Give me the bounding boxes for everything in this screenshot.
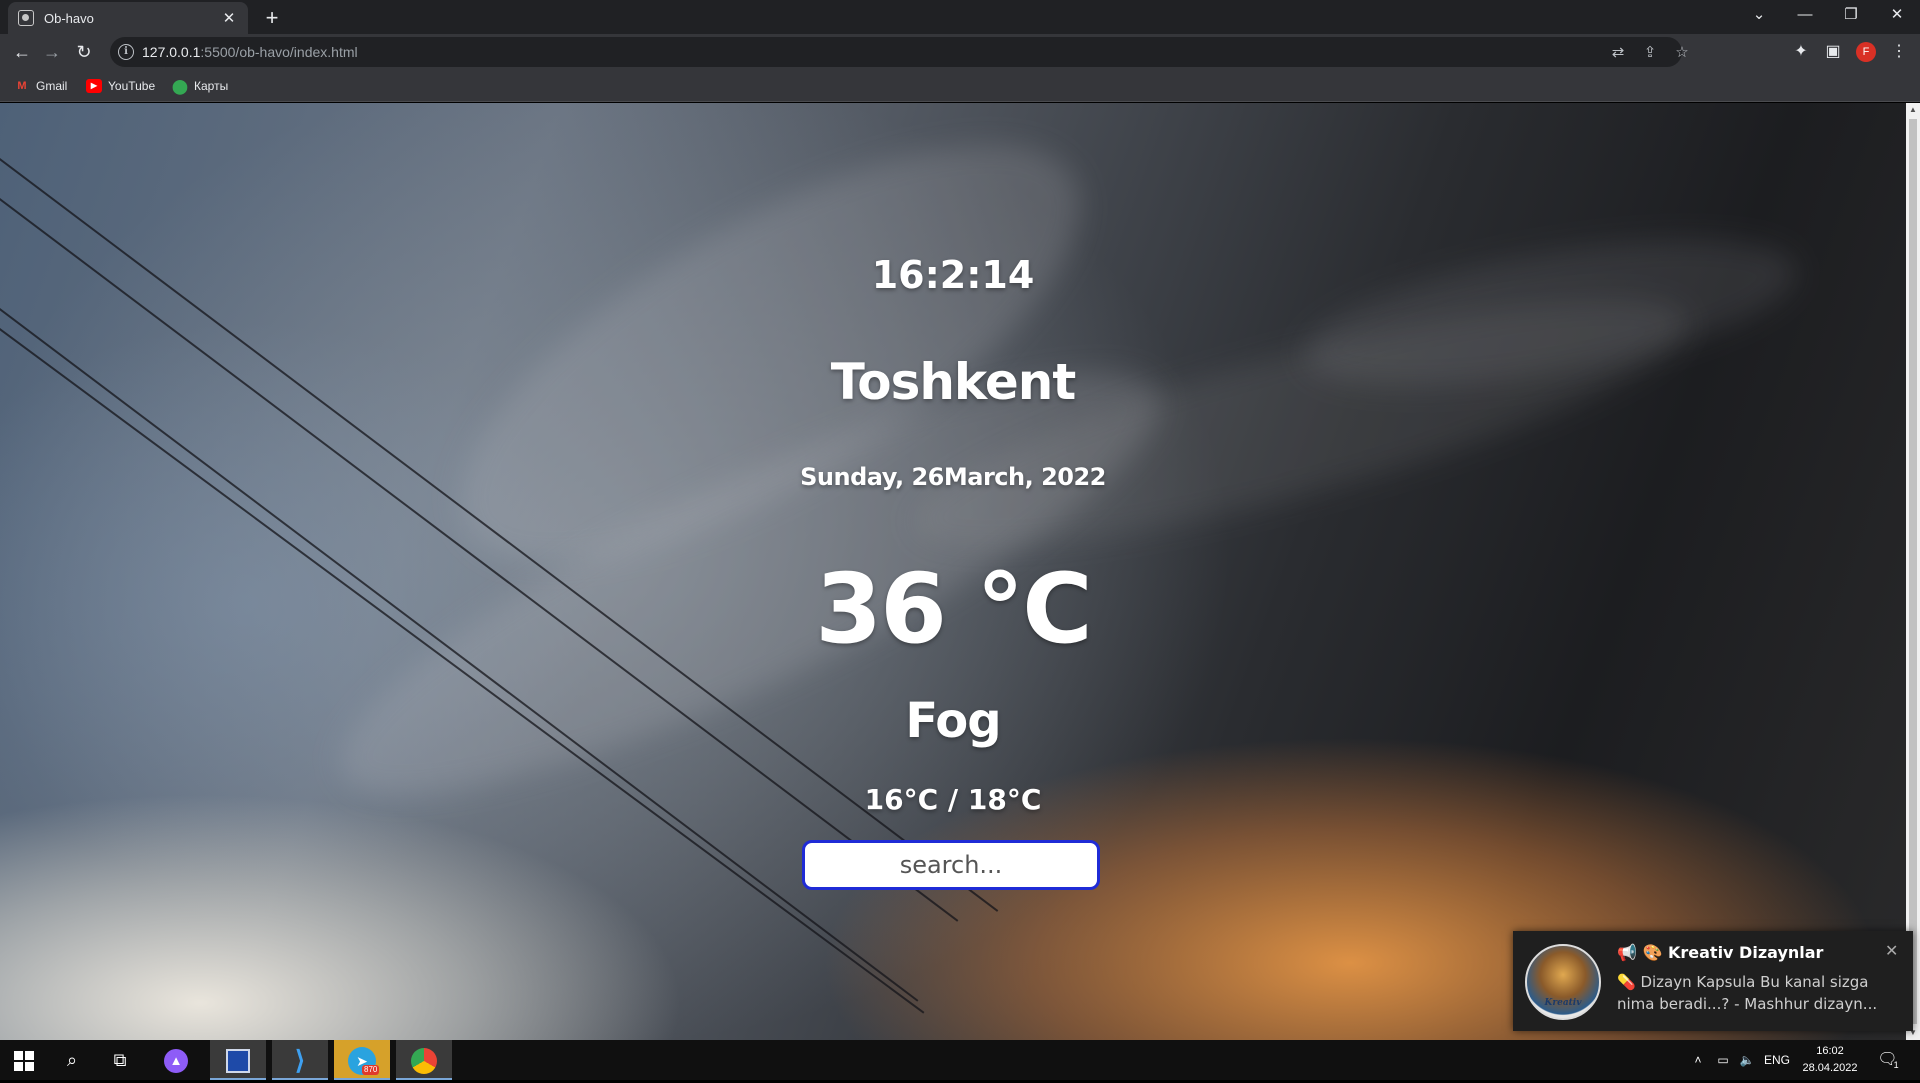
taskbar-clock[interactable]: 16:02 28.04.2022 (1795, 1043, 1865, 1077)
profile-avatar[interactable]: F (1856, 42, 1876, 62)
tab-ob-havo[interactable]: Ob-havo ✕ (8, 2, 248, 34)
file-manager-icon[interactable] (210, 1040, 266, 1080)
telegram-notification[interactable]: Kreativ 📢 🎨 Kreativ Dizaynlar 💊 Dizayn K… (1513, 931, 1913, 1031)
channel-avatar: Kreativ (1525, 944, 1601, 1020)
bookmark-maps[interactable]: ⬤ Карты (172, 76, 228, 96)
bookmark-youtube[interactable]: ▶ YouTube (86, 76, 155, 96)
vscode-icon[interactable]: ⟩ (272, 1040, 328, 1080)
restore-button[interactable]: ❐ (1828, 0, 1874, 30)
telegram-unread-badge: 870 (362, 1065, 380, 1075)
new-tab-button[interactable]: + (258, 4, 286, 32)
bookmark-gmail[interactable]: M Gmail (14, 76, 67, 96)
youtube-icon: ▶ (86, 79, 102, 93)
bookmark-label: Gmail (36, 79, 68, 93)
telegram-icon[interactable]: ➤ 870 (334, 1040, 390, 1080)
side-panel-icon[interactable]: ▣ (1822, 41, 1844, 63)
current-date: Sunday, 26March, 2022 (800, 463, 1106, 491)
weather-condition: Fog (905, 693, 1001, 749)
search-icon[interactable]: ⌕ (48, 1040, 96, 1080)
network-icon[interactable]: ▭ (1712, 1040, 1734, 1080)
browser-toolbar: ← → ↻ i 127.0.0.1 :5500/ob-havo/index.ht… (0, 34, 1920, 70)
share-icon[interactable]: ⇪ (1640, 43, 1660, 63)
scroll-thumb[interactable] (1909, 119, 1917, 1024)
url-path: :5500/ob-havo/index.html (200, 44, 358, 60)
close-window-button[interactable]: ✕ (1874, 0, 1920, 30)
language-indicator[interactable]: ENG (1760, 1040, 1794, 1080)
action-center-count: 1 (1893, 1060, 1899, 1070)
close-notification-icon[interactable]: ✕ (1885, 941, 1898, 961)
minimize-button[interactable]: — (1782, 0, 1828, 30)
close-tab-icon[interactable]: ✕ (220, 9, 238, 27)
translate-icon[interactable]: ⇄ (1608, 43, 1628, 63)
temperature-range: 16°C / 18°C (864, 783, 1042, 816)
gmail-icon: M (17, 80, 27, 92)
url-host: 127.0.0.1 (142, 44, 201, 60)
chrome-icon[interactable] (396, 1040, 452, 1080)
bookmark-label: Карты (194, 79, 229, 93)
windows-logo-icon (14, 1051, 34, 1072)
clock-date: 28.04.2022 (1802, 1062, 1858, 1074)
weather-page: 16:2:14 Toshkent Sunday, 26March, 2022 3… (0, 103, 1906, 1040)
page-favicon-icon (18, 10, 34, 26)
tab-search-icon[interactable]: ⌄ (1736, 0, 1782, 30)
clock-time: 16:02 (1816, 1045, 1844, 1057)
site-info-icon[interactable]: i (118, 44, 134, 60)
forward-button[interactable]: → (38, 38, 66, 66)
volume-icon[interactable]: 🔈 (1736, 1040, 1758, 1080)
bookmark-star-icon[interactable]: ☆ (1672, 43, 1692, 63)
city-name: Toshkent (830, 353, 1077, 411)
scroll-up-arrow-icon[interactable]: ▲ (1906, 103, 1920, 117)
tab-strip: Ob-havo ✕ + ⌄ — ❐ ✕ (0, 0, 1920, 34)
task-view-icon[interactable]: ⧉ (96, 1040, 144, 1080)
assistant-icon[interactable]: ▲ (152, 1040, 200, 1080)
taskbar: ⌕ ⧉ ▲ ⟩ ➤ 870 ˄ ▭ 🔈 ENG 16:02 28.04.2022… (0, 1040, 1920, 1080)
bookmarks-bar: M Gmail ▶ YouTube ⬤ Карты (0, 70, 1920, 102)
tab-title: Ob-havo (44, 10, 94, 26)
maps-icon: ⬤ (172, 78, 188, 94)
notification-title: 📢 🎨 Kreativ Dizaynlar (1617, 943, 1824, 962)
menu-icon[interactable]: ⋮ (1888, 41, 1910, 63)
temperature: 36 °C (815, 553, 1092, 665)
start-button[interactable] (0, 1040, 48, 1080)
back-button[interactable]: ← (8, 38, 36, 66)
avatar-logo-text: Kreativ (1544, 998, 1582, 1008)
current-time: 16:2:14 (871, 253, 1035, 297)
action-center-icon[interactable]: 🗨1 (1870, 1040, 1910, 1080)
notification-text: 💊 Dizayn Kapsula Bu kanal sizga nima ber… (1617, 973, 1878, 1013)
page-scrollbar[interactable]: ▲ ▼ (1906, 103, 1920, 1040)
extensions-icon[interactable]: ✦ (1790, 41, 1812, 63)
tray-overflow-icon[interactable]: ˄ (1688, 1040, 1708, 1080)
reload-button[interactable]: ↻ (70, 38, 98, 66)
address-bar[interactable]: i 127.0.0.1 :5500/ob-havo/index.html ⇄ ⇪… (110, 37, 1689, 67)
city-search-input[interactable] (802, 840, 1100, 890)
bookmark-label: YouTube (108, 79, 156, 93)
